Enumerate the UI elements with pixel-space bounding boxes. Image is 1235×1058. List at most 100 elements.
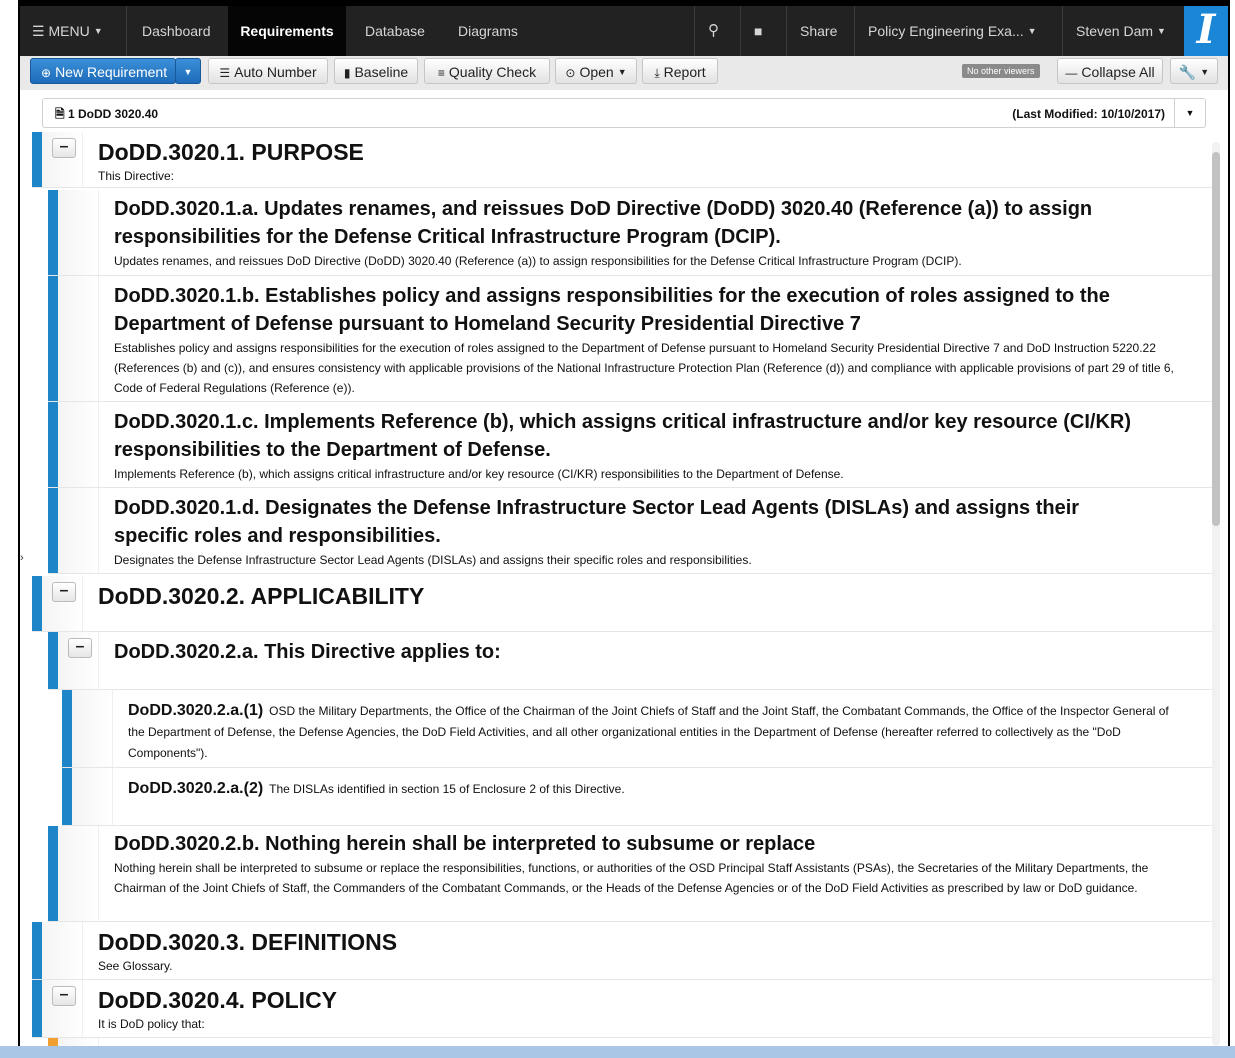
toolbar: ⊕ New Requirement ▼ ☰ Auto Number ▮ Baselin… [20, 56, 1228, 90]
requirement-description: The DISLAs identified in section 15 of E… [269, 782, 625, 796]
requirement-title-line1: DoDD.3020.1.b. Establishes policy and as… [114, 285, 1110, 307]
requirement-item[interactable]: DoDD.3020.1.d. Designates the Defense In… [48, 488, 1212, 574]
user-name: Steven Dam [1076, 23, 1154, 39]
requirement-item[interactable]: DoDD.3020.1.a. Updates renames, and reis… [48, 190, 1212, 276]
requirement-item[interactable] [48, 1038, 1212, 1046]
requirement-description: Establishes policy and assigns responsib… [114, 341, 1174, 395]
requirement-title: DoDD.3020.2.b. Nothing herein shall be i… [114, 833, 816, 855]
requirement-label: DoDD.3020.2.a.(2) [128, 780, 264, 797]
plus-circle-icon: ⊕ [41, 66, 52, 80]
requirement-title: DoDD.3020.4. POLICY [98, 987, 338, 1013]
chevron-down-icon: ▼ [1027, 26, 1037, 36]
chat-icon[interactable]: ■ [754, 6, 762, 56]
requirement-section[interactable]: – DoDD.3020.4. POLICY It is DoD policy t… [32, 980, 1212, 1038]
menu-button[interactable]: ☰ MENU ▼ [32, 6, 103, 56]
hamburger-icon: ☰ [32, 23, 45, 39]
tab-database[interactable]: Database [365, 6, 425, 56]
requirement-title: DoDD.3020.1. PURPOSE [98, 139, 364, 165]
requirement-item[interactable]: DoDD.3020.2.a.(2) The DISLAs identified i… [62, 768, 1212, 826]
requirement-section[interactable]: DoDD.3020.3. DEFINITIONS See Glossary. [32, 922, 1212, 980]
requirement-description: See Glossary. [98, 959, 173, 973]
sidebar-expand-arrow[interactable]: › [20, 552, 24, 564]
collapse-toggle[interactable]: – [52, 138, 76, 158]
requirement-title-line2: specific roles and responsibilities. [114, 525, 441, 547]
requirements-document-view: › 🗎 1 DoDD 3020.40 (Last Modified: 10/10… [20, 90, 1228, 1046]
document-options-dropdown[interactable]: ▼ [1174, 99, 1205, 127]
collapse-toggle[interactable]: – [52, 582, 76, 602]
minus-icon: — [1065, 66, 1078, 80]
collapse-toggle[interactable]: – [68, 638, 92, 658]
requirement-title: DoDD.3020.2. APPLICABILITY [98, 583, 425, 609]
requirement-section[interactable]: – DoDD.3020.1. PURPOSE This Directive: [32, 132, 1212, 188]
tab-diagrams[interactable]: Diagrams [458, 6, 518, 56]
requirement-title-line1: DoDD.3020.1.a. Updates renames, and reis… [114, 198, 1093, 220]
document-title-text: 1 DoDD 3020.40 [68, 107, 159, 121]
baseline-button[interactable]: ▮ Baseline [334, 58, 418, 84]
collapse-all-button[interactable]: — Collapse All [1057, 58, 1163, 84]
tab-dashboard[interactable]: Dashboard [142, 6, 211, 56]
menu-label: MENU [48, 23, 90, 39]
quality-check-label: Quality Check [448, 64, 537, 80]
requirement-description: OSD the Military Departments, the Office… [128, 704, 1169, 760]
baseline-label: Baseline [354, 64, 409, 80]
new-requirement-button[interactable]: ⊕ New Requirement [30, 58, 176, 84]
document-icon: 🗎 [55, 107, 65, 121]
quality-check-button[interactable]: ≡ Quality Check [424, 58, 550, 84]
chevron-down-icon: ▼ [183, 67, 193, 77]
list-numbered-icon: ☰ [219, 66, 231, 80]
requirement-item[interactable]: DoDD.3020.1.c. Implements Reference (b),… [48, 402, 1212, 488]
requirement-item[interactable]: – DoDD.3020.2.a. This Directive applies … [48, 632, 1212, 690]
collapse-all-label: Collapse All [1081, 64, 1155, 80]
requirement-title: DoDD.3020.3. DEFINITIONS [98, 929, 398, 955]
requirement-description: Nothing herein shall be interpreted to s… [114, 861, 1149, 895]
checklist-icon: ≡ [437, 66, 445, 80]
requirement-section[interactable]: – DoDD.3020.2. APPLICABILITY [32, 576, 1212, 632]
requirement-title-line2: responsibilities to the Department of De… [114, 439, 551, 461]
new-requirement-dropdown[interactable]: ▼ [175, 58, 201, 84]
wrench-icon: 🔧 [1178, 64, 1197, 80]
bottom-strip [0, 1046, 1235, 1058]
open-circle-icon: ⊙ [565, 66, 576, 80]
requirement-title-line1: DoDD.3020.1.d. Designates the Defense In… [114, 497, 1080, 519]
requirement-item[interactable]: DoDD.3020.1.b. Establishes policy and as… [48, 276, 1212, 402]
chevron-down-icon: ▼ [617, 67, 627, 77]
settings-wrench-button[interactable]: 🔧 ▼ [1170, 58, 1218, 84]
open-dropdown-button[interactable]: ⊙ Open ▼ [555, 58, 637, 84]
search-icon[interactable]: ⚲ [708, 6, 719, 56]
scrollbar-thumb[interactable] [1212, 152, 1220, 526]
user-dropdown[interactable]: Steven Dam ▼ [1076, 6, 1166, 56]
requirement-item[interactable]: DoDD.3020.2.a.(1) OSD the Military Depart… [62, 690, 1212, 768]
tab-requirements[interactable]: Requirements [228, 6, 346, 56]
new-requirement-label: New Requirement [55, 64, 168, 80]
requirement-title-line1: DoDD.3020.1.c. Implements Reference (b),… [114, 411, 1131, 433]
project-dropdown[interactable]: Policy Engineering Exa... ▼ [868, 6, 1037, 56]
app-logo[interactable]: I [1184, 6, 1228, 56]
report-button[interactable]: ⤓ Report [642, 58, 718, 84]
window-frame-right [1228, 0, 1230, 1058]
requirement-text: DoDD.3020.2.a.(2) The DISLAs identified i… [128, 778, 1176, 800]
top-navbar: ☰ MENU ▼ Dashboard Requirements Database … [20, 6, 1228, 56]
requirement-description: It is DoD policy that: [98, 1017, 205, 1031]
requirement-item[interactable]: DoDD.3020.2.b. Nothing herein shall be i… [48, 826, 1212, 922]
report-label: Report [663, 64, 706, 80]
open-label: Open [579, 64, 614, 80]
baseline-icon: ▮ [343, 66, 351, 80]
requirement-title-line2: responsibilities for the Defense Critica… [114, 226, 781, 248]
requirement-description: Designates the Defense Infrastructure Se… [114, 553, 752, 567]
chevron-down-icon: ▼ [1185, 108, 1195, 118]
share-button[interactable]: Share [800, 6, 837, 56]
requirement-description: Updates renames, and reissues DoD Direct… [114, 254, 962, 268]
auto-number-label: Auto Number [234, 64, 317, 80]
document-title: 🗎 1 DoDD 3020.40 [55, 99, 158, 129]
project-label: Policy Engineering Exa... [868, 23, 1024, 39]
download-icon: ⤓ [654, 66, 660, 80]
document-header: 🗎 1 DoDD 3020.40 (Last Modified: 10/10/2… [42, 98, 1206, 128]
requirement-title: DoDD.3020.2.a. This Directive applies to… [114, 641, 501, 663]
auto-number-button[interactable]: ☰ Auto Number [208, 58, 328, 84]
last-modified: (Last Modified: 10/10/2017) [1012, 107, 1165, 121]
chevron-down-icon: ▼ [1200, 67, 1210, 77]
requirement-description: Implements Reference (b), which assigns … [114, 467, 844, 481]
chevron-down-icon: ▼ [93, 26, 103, 36]
chevron-down-icon: ▼ [1157, 26, 1166, 36]
collapse-toggle[interactable]: – [52, 986, 76, 1006]
